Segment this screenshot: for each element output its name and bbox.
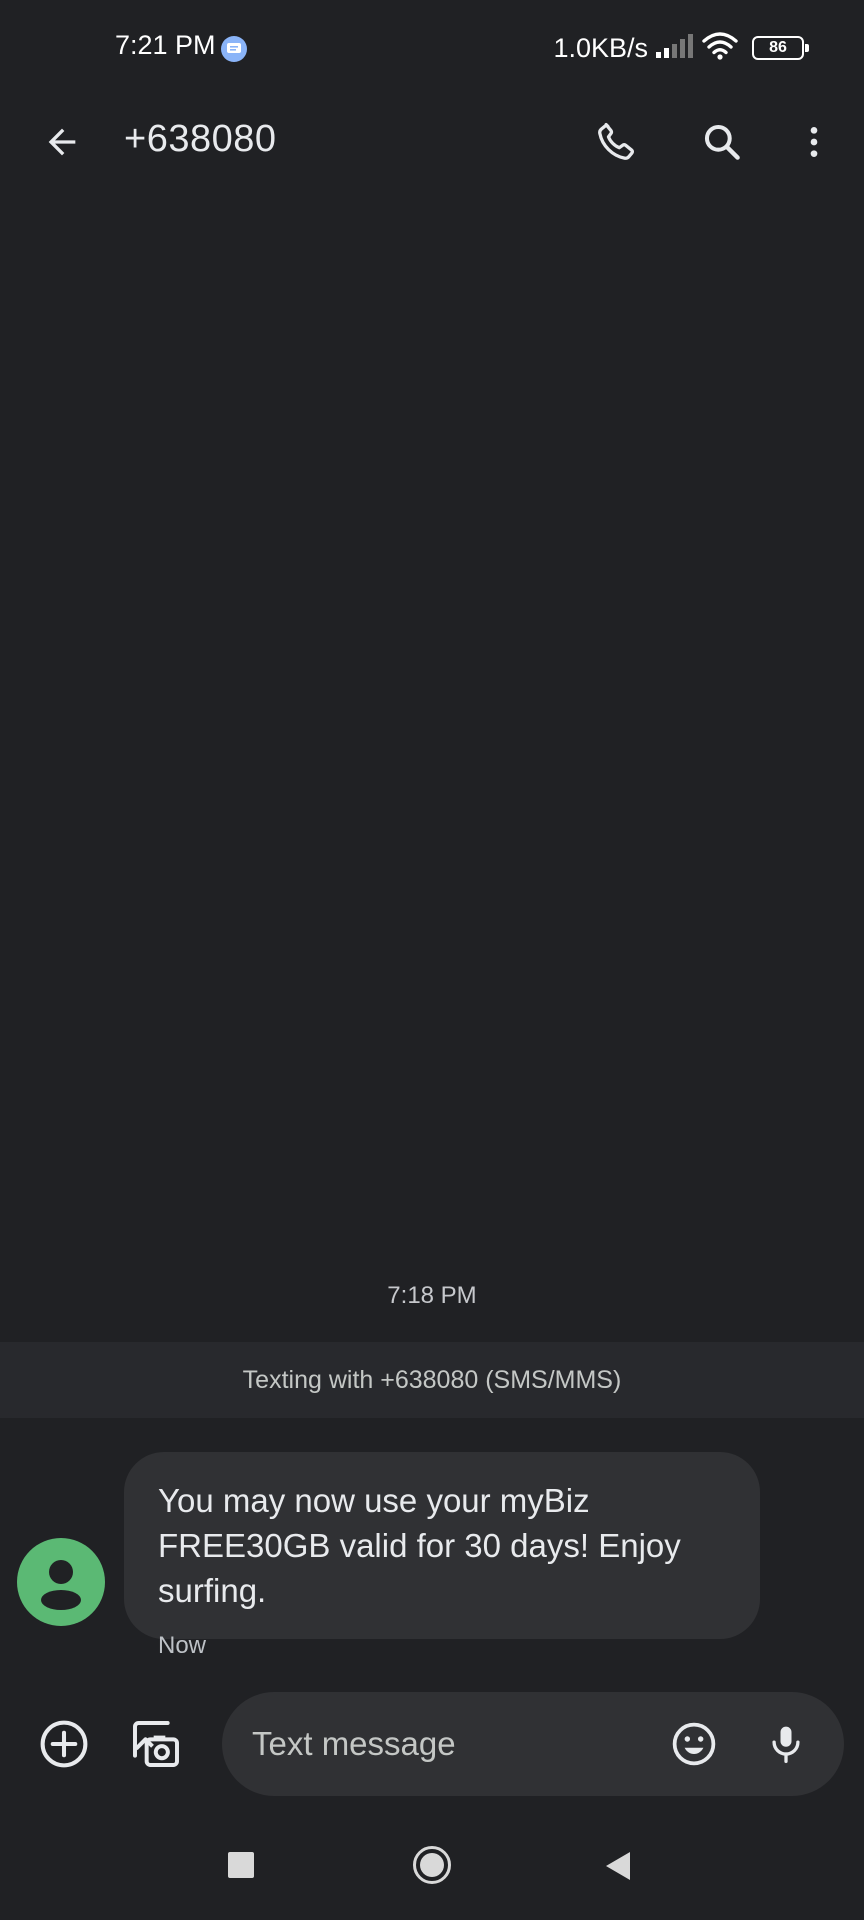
messages-notification-icon: [221, 36, 247, 62]
text-message-input[interactable]: [252, 1692, 632, 1796]
status-bar: 7:21 PM 1.0KB/s 86: [0, 0, 864, 96]
back-arrow-icon: [48, 128, 76, 156]
sender-avatar[interactable]: [17, 1538, 105, 1626]
emoji-button[interactable]: [664, 1714, 724, 1774]
mic-icon: [772, 1726, 800, 1764]
more-vert-icon: [810, 127, 818, 157]
add-attachment-button[interactable]: [34, 1714, 94, 1774]
gallery-button[interactable]: [124, 1712, 188, 1776]
person-avatar-icon: [41, 1560, 81, 1610]
status-indicators: 1.0KB/s 86: [553, 28, 809, 68]
signal-icon: [656, 33, 694, 63]
sms-mode-banner: Texting with +638080 (SMS/MMS): [0, 1342, 864, 1418]
search-button[interactable]: [690, 110, 754, 174]
network-speed: 1.0KB/s: [553, 32, 648, 63]
recents-square-icon[interactable]: [228, 1852, 254, 1878]
back-button[interactable]: [30, 110, 94, 174]
wifi-icon: [702, 31, 738, 65]
status-time: 7:21 PM: [115, 30, 216, 60]
battery-icon: 86: [752, 36, 809, 60]
message-status: Now: [158, 1632, 207, 1659]
compose-field[interactable]: [222, 1692, 844, 1796]
message-bubble[interactable]: You may now use your myBiz FREE30GB vali…: [124, 1452, 760, 1639]
gallery-camera-icon: [133, 1721, 179, 1767]
add-circle-icon: [40, 1720, 88, 1768]
search-icon: [704, 124, 740, 160]
battery-level: 86: [769, 39, 787, 56]
voice-input-button[interactable]: [756, 1714, 816, 1774]
back-triangle-icon[interactable]: [606, 1852, 630, 1880]
emoji-icon: [672, 1722, 716, 1766]
home-circle-icon[interactable]: [413, 1846, 451, 1884]
home-circle-inner: [420, 1853, 444, 1877]
phone-icon: [598, 122, 635, 160]
conversation-title: +638080: [124, 118, 277, 160]
call-button[interactable]: [584, 110, 648, 174]
more-options-button[interactable]: [782, 110, 846, 174]
thread-timestamp: 7:18 PM: [387, 1282, 477, 1309]
